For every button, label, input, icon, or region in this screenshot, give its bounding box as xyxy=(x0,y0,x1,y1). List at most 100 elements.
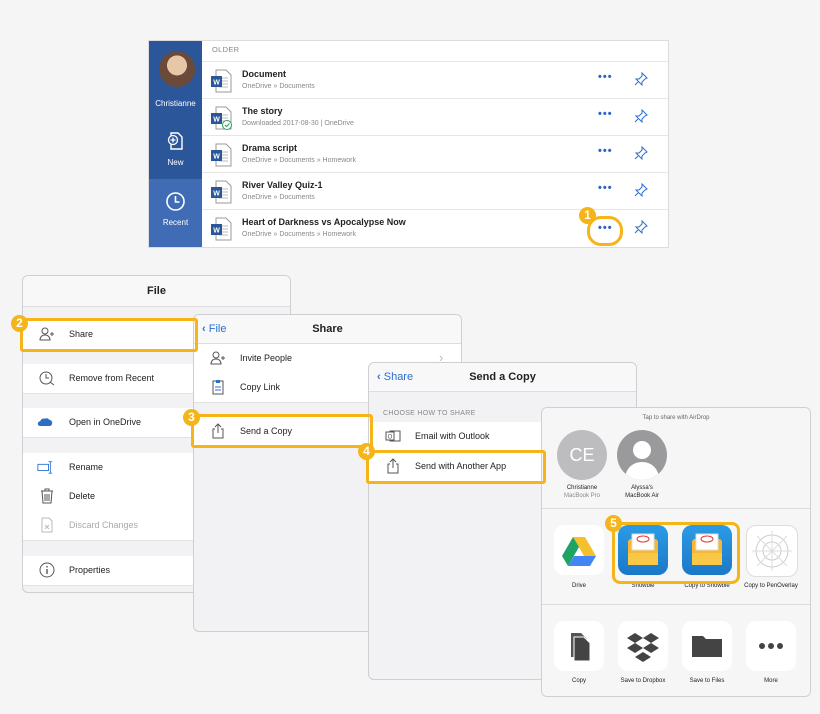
doc-path: OneDrive » Documents xyxy=(242,194,315,201)
menu-item-label: Open in OneDrive xyxy=(69,417,142,427)
menu-item-label: Rename xyxy=(69,462,104,472)
action-label: More xyxy=(764,678,778,684)
action-label: Save to Files xyxy=(689,678,725,684)
action-copy[interactable]: Copy xyxy=(547,619,611,695)
share-menu-title: Share xyxy=(312,323,343,335)
discard-icon xyxy=(41,517,53,533)
svg-text:O: O xyxy=(388,435,393,441)
sidebar-item-recent-label: Recent xyxy=(162,218,189,227)
app-label: Drive xyxy=(571,583,586,589)
doc-title: Document xyxy=(242,69,287,79)
menu-item-label: Email with Outlook xyxy=(415,431,490,441)
sidebar-item-new[interactable]: New xyxy=(149,129,202,173)
action-save-to-dropbox[interactable]: Save to Dropbox xyxy=(611,619,675,695)
more-icon xyxy=(746,621,796,671)
svg-text:W: W xyxy=(213,228,220,235)
copy-icon xyxy=(554,621,604,671)
dropbox-icon xyxy=(618,621,668,671)
word-doc-icon: W xyxy=(211,143,232,167)
avatar xyxy=(617,430,667,480)
avatar[interactable] xyxy=(159,51,195,87)
menu-item-label: Discard Changes xyxy=(69,520,139,530)
person-device: MacBook Pro xyxy=(563,493,600,499)
new-document-icon xyxy=(167,132,183,150)
svg-text:W: W xyxy=(213,117,220,124)
clipboard-icon xyxy=(212,380,224,395)
sidebar: Christianne New Recent xyxy=(149,41,202,247)
person-name: Alyssa's xyxy=(631,485,653,491)
more-button[interactable]: ••• xyxy=(598,145,613,157)
sidebar-user-name: Christianne xyxy=(155,99,196,108)
info-icon xyxy=(39,562,55,578)
app-label: Copy to PenOverlay xyxy=(744,583,798,589)
action-more[interactable]: More xyxy=(739,619,803,695)
person-device: MacBook Air xyxy=(625,493,659,499)
doc-title: Drama script xyxy=(242,143,298,153)
section-header: OLDER xyxy=(212,45,240,54)
menu-item-label: Delete xyxy=(69,491,96,501)
more-button[interactable]: ••• xyxy=(598,71,613,83)
list-item[interactable]: W Document OneDrive » Documents ••• xyxy=(202,61,668,99)
action-label: Copy xyxy=(571,678,586,684)
step-badge: 3 xyxy=(183,409,200,426)
person-add-icon xyxy=(210,351,225,365)
drive-icon xyxy=(554,525,604,575)
airdrop-section: Tap to share with AirDrop CE Christianne… xyxy=(542,408,810,509)
step-highlight xyxy=(366,450,546,484)
svg-text:W: W xyxy=(213,191,220,198)
airdrop-person[interactable]: CE Christianne MacBook Pro xyxy=(550,428,614,506)
word-doc-icon: W xyxy=(211,217,232,241)
pin-icon[interactable] xyxy=(634,220,648,234)
pin-icon[interactable] xyxy=(634,146,648,160)
more-button[interactable]: ••• xyxy=(598,108,613,120)
word-doc-icon: W xyxy=(211,69,232,93)
airdrop-person[interactable]: Alyssa's MacBook Air xyxy=(610,428,674,506)
app-copy-to-penoverlay[interactable]: Copy to PenOverlay xyxy=(739,523,803,603)
doc-title: River Valley Quiz-1 xyxy=(242,180,323,190)
step-highlight xyxy=(191,414,373,448)
avatar: CE xyxy=(557,430,607,480)
step-highlight xyxy=(612,522,740,584)
trash-icon xyxy=(41,488,53,504)
file-menu-header: File xyxy=(23,276,290,307)
share-menu-header: ‹ File Share xyxy=(194,315,461,344)
doc-path: OneDrive » Documents » Homework xyxy=(242,231,356,238)
send-copy-title: Send a Copy xyxy=(469,371,536,383)
airdrop-hint: Tap to share with AirDrop xyxy=(642,415,710,421)
list-item[interactable]: W The story Downloaded 2017-08-30 | OneD… xyxy=(202,98,668,136)
pin-icon[interactable] xyxy=(634,183,648,197)
action-label: Save to Dropbox xyxy=(620,678,666,684)
onedrive-cloud-icon xyxy=(37,418,53,426)
word-doc-icon: W xyxy=(211,180,232,204)
app-drive[interactable]: Drive xyxy=(547,523,611,603)
word-doc-icon: W xyxy=(211,106,232,130)
step-badge: 4 xyxy=(358,443,375,460)
folder-icon xyxy=(682,621,732,671)
doc-path: OneDrive » Documents » Homework xyxy=(242,157,356,164)
person-silhouette-icon xyxy=(625,441,659,480)
section-header: CHOOSE HOW TO SHARE xyxy=(383,410,476,417)
svg-text:W: W xyxy=(213,80,220,87)
step-badge: 5 xyxy=(605,515,622,532)
sidebar-item-new-label: New xyxy=(167,158,184,167)
svg-text:W: W xyxy=(213,154,220,161)
clock-remove-icon xyxy=(39,371,55,386)
send-copy-header: ‹ Share Send a Copy xyxy=(369,363,636,392)
doc-path: OneDrive » Documents xyxy=(242,83,315,90)
rename-icon xyxy=(37,461,53,474)
list-item[interactable]: W Drama script OneDrive » Documents » Ho… xyxy=(202,135,668,173)
action-save-to-files[interactable]: Save to Files xyxy=(675,619,739,695)
doc-title: Heart of Darkness vs Apocalypse Now xyxy=(242,217,406,227)
clock-icon xyxy=(166,192,185,211)
doc-path: Downloaded 2017-08-30 | OneDrive xyxy=(242,120,354,127)
step-badge: 1 xyxy=(579,207,596,224)
more-button[interactable]: ••• xyxy=(598,182,613,194)
doc-title: The story xyxy=(242,106,283,116)
pin-icon[interactable] xyxy=(634,109,648,123)
menu-item-label: Copy Link xyxy=(240,382,281,392)
menu-item-label: Properties xyxy=(69,565,111,575)
list-item[interactable]: W River Valley Quiz-1 OneDrive » Documen… xyxy=(202,172,668,210)
outlook-icon: O xyxy=(385,430,401,442)
pin-icon[interactable] xyxy=(634,72,648,86)
sidebar-item-recent[interactable]: Recent xyxy=(149,179,202,247)
